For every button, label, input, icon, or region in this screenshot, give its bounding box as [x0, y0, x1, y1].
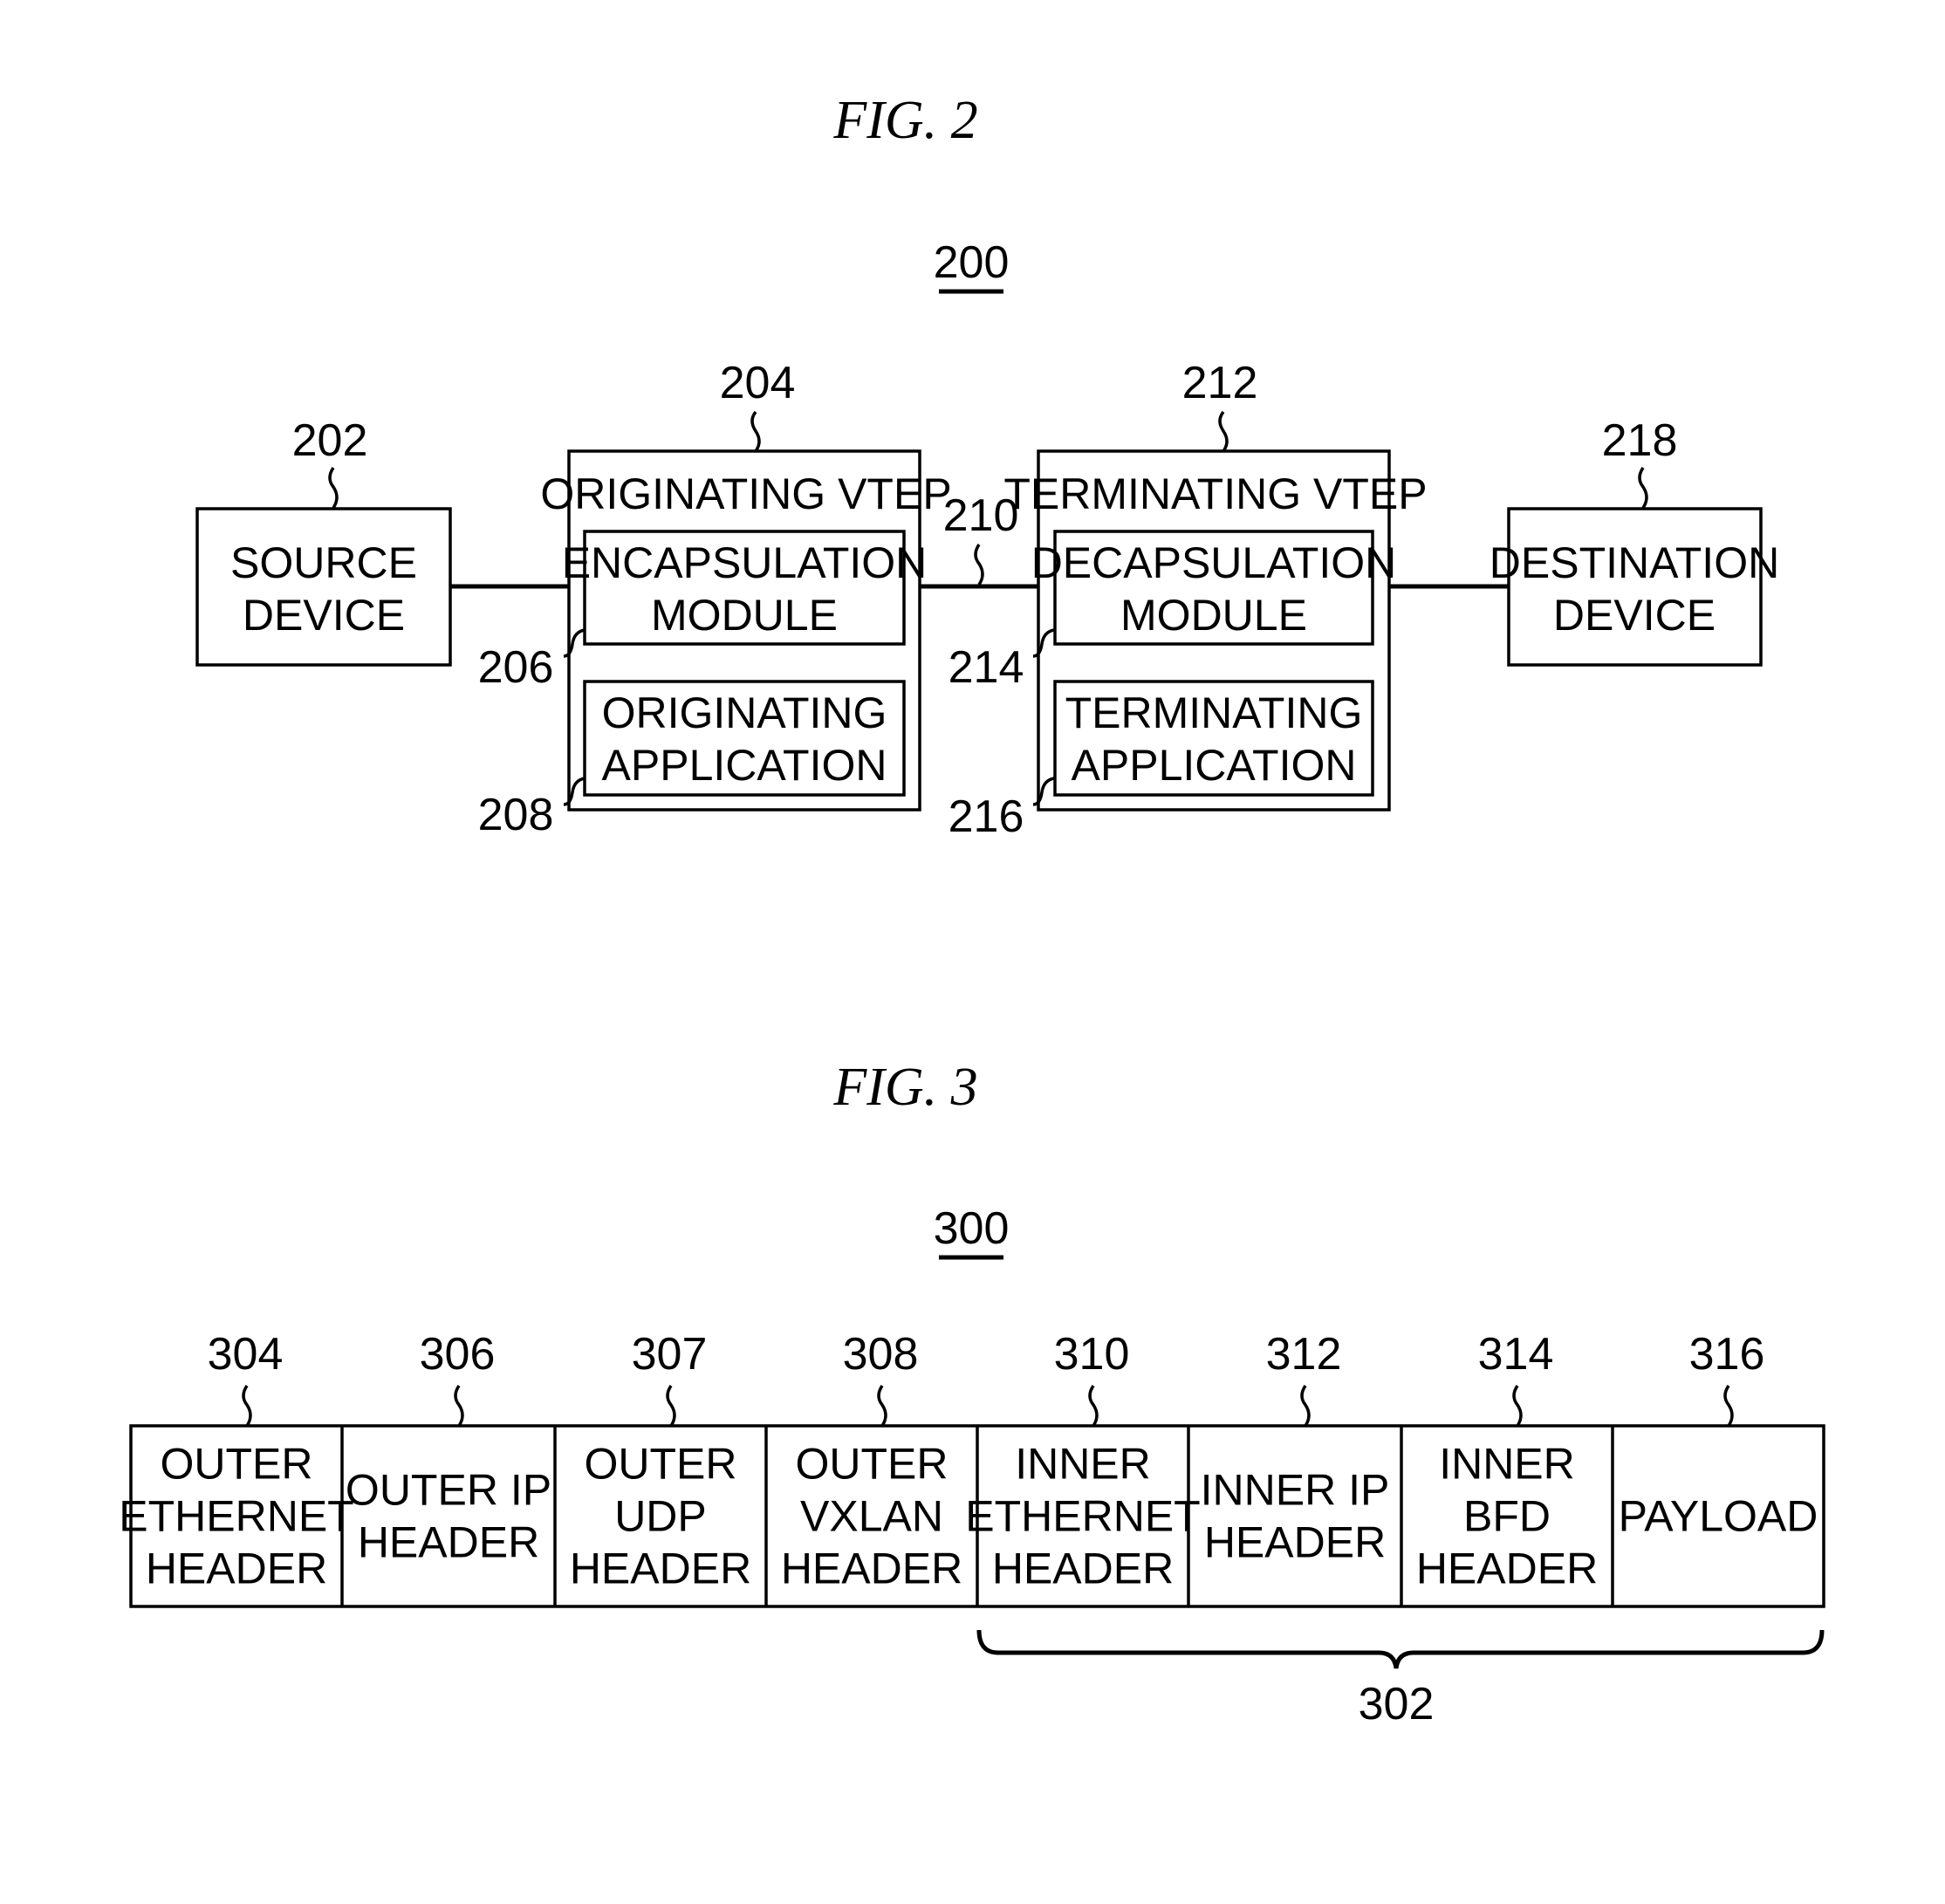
ref-302: 302 — [1359, 1679, 1435, 1729]
originating-application-line-2: APPLICATION — [602, 741, 887, 790]
leader-308 — [877, 1385, 887, 1427]
fig2-ref-200: 200 — [934, 237, 1010, 288]
leader-202 — [328, 467, 339, 509]
leader-307 — [666, 1385, 676, 1427]
ref-216: 216 — [949, 791, 1024, 842]
encapsulation-module-line-2: MODULE — [651, 591, 838, 640]
leader-218 — [1638, 467, 1648, 509]
field-314-line-2: BFD — [1463, 1492, 1551, 1541]
fig2-title: FIG. 2 — [832, 91, 977, 150]
ref-208: 208 — [478, 790, 554, 840]
field-310-line-1: INNER — [1015, 1440, 1151, 1489]
originating-application-line-1: ORIGINATING — [602, 688, 887, 737]
source-device-line-1: SOURCE — [230, 538, 417, 587]
ref-310: 310 — [1054, 1329, 1130, 1380]
ref-314: 314 — [1478, 1329, 1554, 1380]
field-304-line-1: OUTER — [161, 1440, 313, 1489]
brace-302 — [976, 1629, 1825, 1669]
field-308-line-1: OUTER — [796, 1440, 949, 1489]
ref-212: 212 — [1182, 358, 1258, 408]
field-307-line-1: OUTER — [585, 1440, 737, 1489]
leader-216 — [1032, 777, 1055, 806]
destination-device: DESTINATION DEVICE — [1490, 507, 1779, 667]
ref-218: 218 — [1602, 415, 1678, 466]
ref-308: 308 — [843, 1329, 919, 1380]
field-307-line-3: HEADER — [570, 1544, 751, 1593]
leader-304 — [242, 1385, 252, 1427]
leader-208 — [563, 777, 586, 806]
ref-214: 214 — [949, 642, 1024, 693]
field-307-line-2: UDP — [614, 1492, 707, 1541]
leader-212 — [1218, 410, 1229, 453]
ref-307: 307 — [632, 1329, 708, 1380]
ref-204: 204 — [720, 358, 796, 408]
terminating-application-line-1: TERMINATING — [1065, 688, 1363, 737]
source-device-line-2: DEVICE — [243, 591, 405, 640]
leader-306 — [454, 1385, 464, 1427]
terminating-vtep: TERMINATING VTEP DECAPSULATION MODULE TE… — [1003, 449, 1428, 812]
field-310-line-2: ETHERNET — [965, 1492, 1200, 1541]
ref-312: 312 — [1266, 1329, 1342, 1380]
originating-vtep-title: ORIGINATING VTEP — [540, 469, 951, 518]
decapsulation-module-line-1: DECAPSULATION — [1031, 538, 1397, 587]
terminating-vtep-title: TERMINATING VTEP — [1003, 469, 1427, 518]
field-308-line-3: HEADER — [781, 1544, 962, 1593]
field-314-line-3: HEADER — [1416, 1544, 1598, 1593]
leader-312 — [1300, 1385, 1311, 1427]
ref-304: 304 — [208, 1329, 284, 1380]
decapsulation-module-line-2: MODULE — [1120, 591, 1307, 640]
leader-210 — [974, 544, 984, 586]
field-312-line-2: HEADER — [1204, 1518, 1386, 1567]
leader-214 — [1032, 628, 1055, 658]
field-306-line-1: OUTER IP — [346, 1466, 551, 1515]
field-308-line-2: VXLAN — [800, 1492, 943, 1541]
leader-314 — [1512, 1385, 1523, 1427]
leader-316 — [1723, 1385, 1734, 1427]
ref-306: 306 — [420, 1329, 496, 1380]
ref-316: 316 — [1689, 1329, 1765, 1380]
encapsulation-module-line-1: ENCAPSULATION — [562, 538, 928, 587]
ref-202: 202 — [292, 415, 368, 466]
patent-drawing: FIG. 2 200 SOURCE DEVICE 202 ORIGINATING… — [119, 91, 1825, 1729]
field-310-line-3: HEADER — [992, 1544, 1174, 1593]
destination-device-line-2: DEVICE — [1553, 591, 1716, 640]
packet-format: OUTERETHERNETHEADER304OUTER IPHEADER306O… — [119, 1329, 1825, 1608]
destination-device-line-1: DESTINATION — [1490, 538, 1779, 587]
leader-204 — [750, 410, 761, 453]
leader-206 — [563, 628, 586, 658]
leader-310 — [1088, 1385, 1099, 1427]
field-314-line-1: INNER — [1439, 1440, 1575, 1489]
terminating-application-line-2: APPLICATION — [1072, 741, 1357, 790]
fig3-title: FIG. 3 — [832, 1058, 977, 1117]
source-device: SOURCE DEVICE — [195, 507, 452, 667]
field-316-line-1: PAYLOAD — [1619, 1492, 1818, 1541]
field-306-line-2: HEADER — [358, 1518, 539, 1567]
ref-206: 206 — [478, 642, 554, 693]
field-304-line-2: ETHERNET — [119, 1492, 353, 1541]
field-312-line-1: INNER IP — [1201, 1466, 1390, 1515]
originating-vtep: ORIGINATING VTEP ENCAPSULATION MODULE OR… — [540, 449, 952, 812]
field-304-line-3: HEADER — [146, 1544, 327, 1593]
fig3-ref-300: 300 — [934, 1203, 1010, 1254]
